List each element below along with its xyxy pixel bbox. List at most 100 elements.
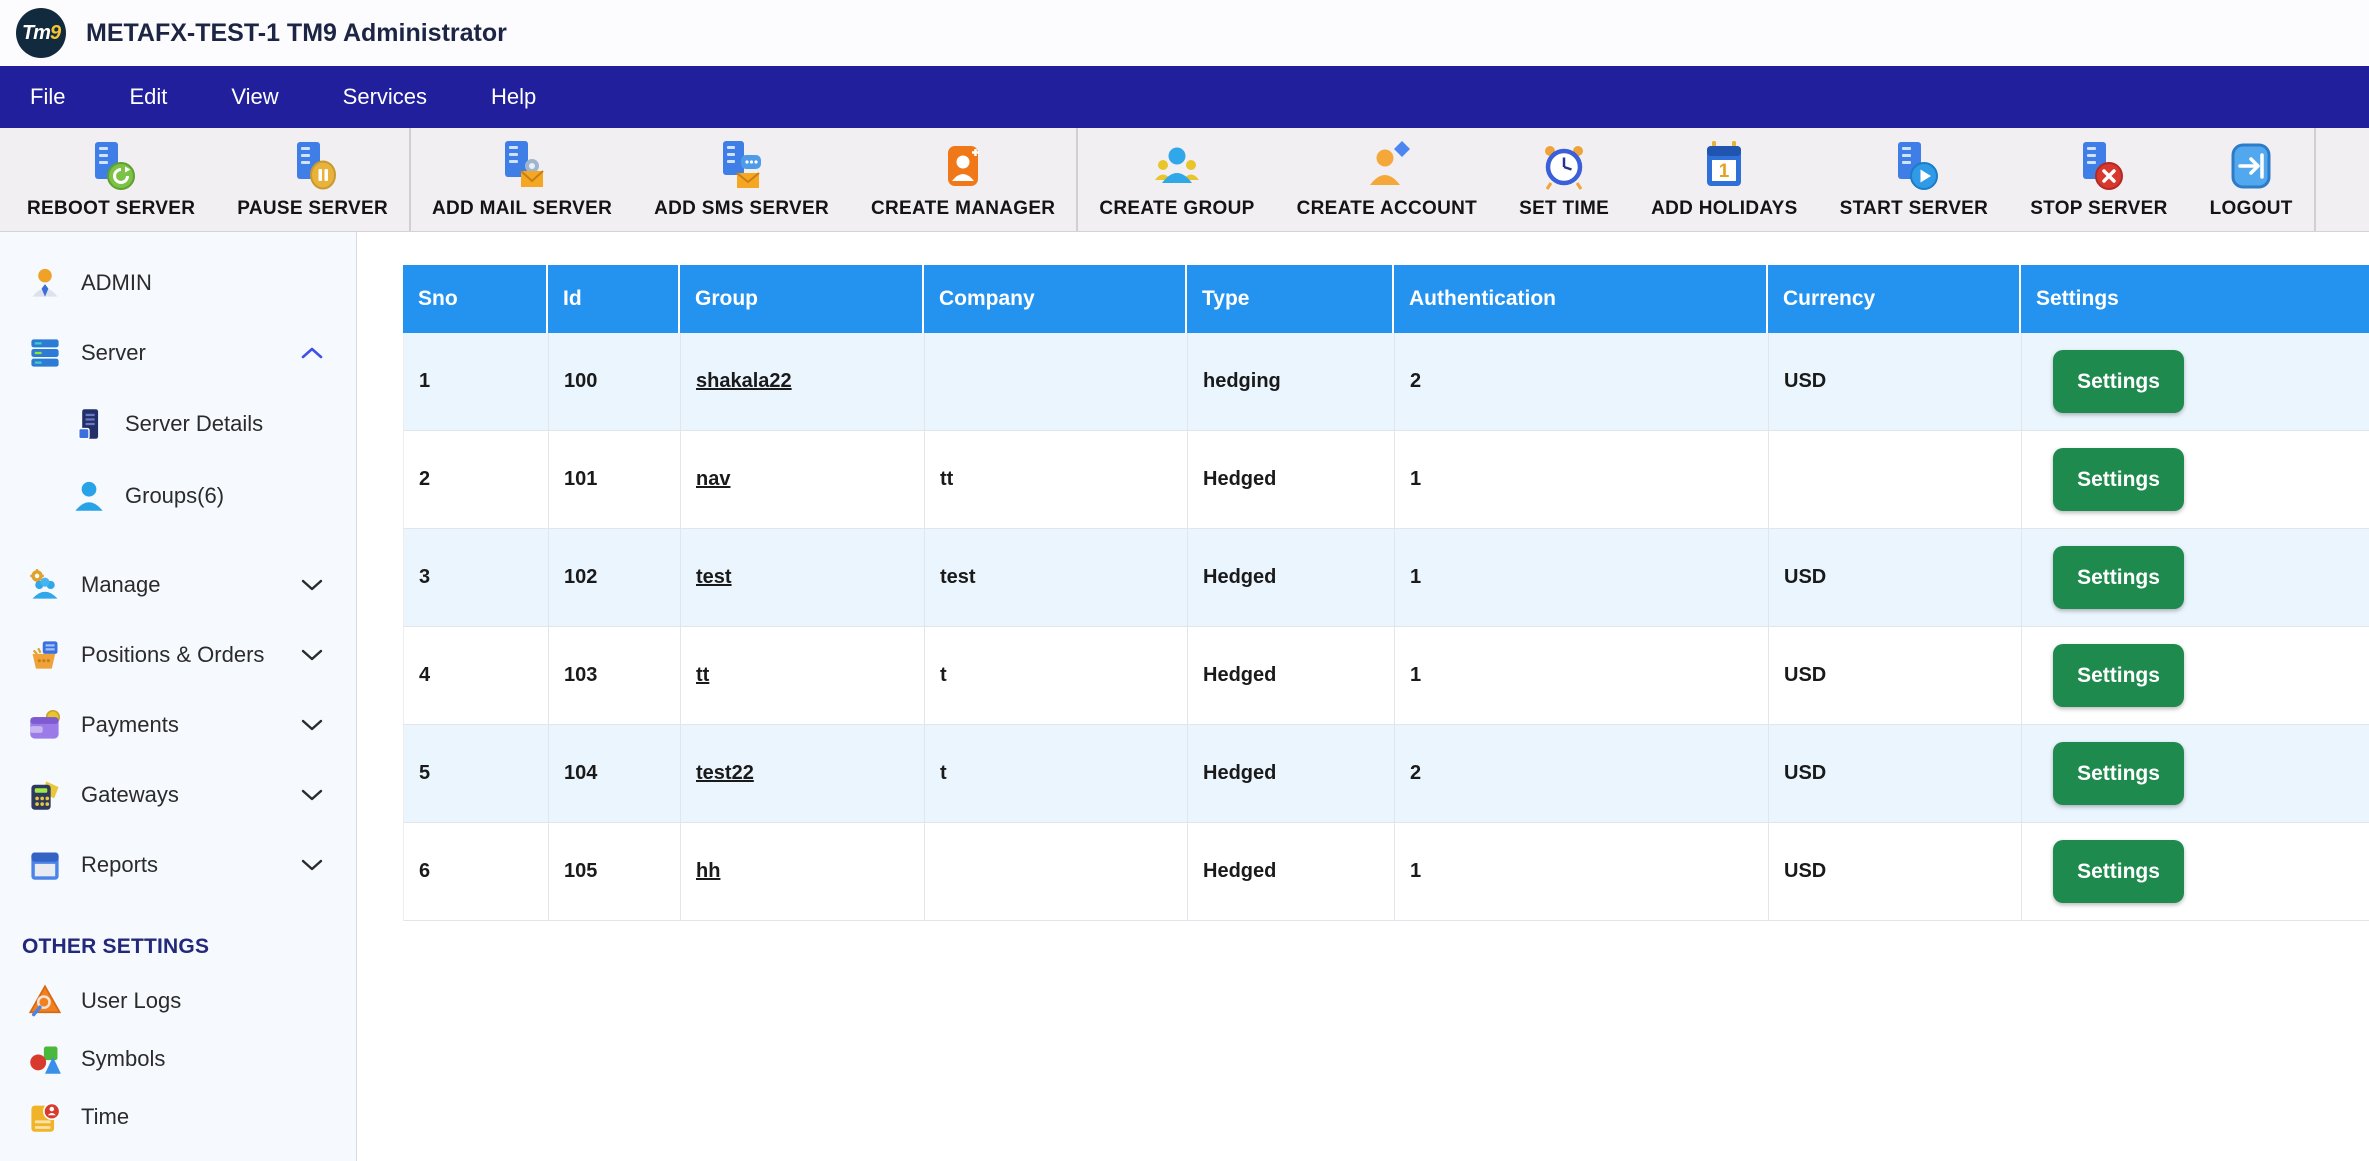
sidebar-item-label: Gateways bbox=[81, 782, 179, 807]
cell-settings: Settings bbox=[2022, 725, 2369, 822]
toolbar-button-create-manager[interactable]: CREATE MANAGER bbox=[850, 128, 1076, 231]
create-group-icon bbox=[1150, 139, 1204, 193]
toolbar-button-create-account[interactable]: CREATE ACCOUNT bbox=[1276, 128, 1498, 231]
page-title: METAFX-TEST-1 TM9 Administrator bbox=[86, 18, 507, 47]
toolbar-button-start-server[interactable]: START SERVER bbox=[1819, 128, 2010, 231]
toolbar-label: ADD HOLIDAYS bbox=[1651, 198, 1798, 219]
time-icon bbox=[28, 1100, 62, 1134]
menu-view[interactable]: View bbox=[231, 84, 278, 110]
cell-settings: Settings bbox=[2022, 333, 2369, 430]
cell-settings: Settings bbox=[2022, 431, 2369, 528]
toolbar-label: ADD MAIL SERVER bbox=[431, 198, 613, 219]
cell-type: Hedged bbox=[1188, 431, 1395, 528]
table-row: 5 104 test22 t Hedged 2 USD Settings bbox=[403, 725, 2369, 823]
sidebar-item-user-logs[interactable]: User Logs bbox=[0, 972, 356, 1030]
sidebar-item-gateways[interactable]: Gateways bbox=[0, 760, 356, 830]
column-header-group: Group bbox=[680, 265, 924, 333]
title-bar: Tm 9 METAFX-TEST-1 TM9 Administrator bbox=[0, 0, 2369, 66]
group-link[interactable]: tt bbox=[696, 664, 709, 687]
toolbar-button-create-group[interactable]: CREATE GROUP bbox=[1078, 128, 1275, 231]
toolbar-button-set-time[interactable]: SET TIME bbox=[1498, 128, 1630, 231]
stop-server-icon bbox=[2072, 139, 2126, 193]
settings-button[interactable]: Settings bbox=[2053, 350, 2184, 413]
menu-bar: File Edit View Services Help bbox=[0, 66, 2369, 128]
logo-tm-text: Tm bbox=[21, 21, 51, 44]
toolbar-label: CREATE MANAGER bbox=[870, 198, 1056, 219]
add-sms-server-icon bbox=[715, 139, 769, 193]
group-link[interactable]: hh bbox=[696, 860, 720, 883]
group-link[interactable]: test bbox=[696, 566, 732, 589]
sidebar-item-admin[interactable]: ADMIN bbox=[0, 248, 356, 318]
table-row: 6 105 hh Hedged 1 USD Settings bbox=[403, 823, 2369, 921]
pause-server-icon bbox=[286, 139, 340, 193]
menu-file[interactable]: File bbox=[30, 84, 65, 110]
cell-type: Hedged bbox=[1188, 823, 1395, 920]
group-link[interactable]: nav bbox=[696, 468, 730, 491]
sidebar-item-time[interactable]: Time bbox=[0, 1088, 356, 1146]
settings-button[interactable]: Settings bbox=[2053, 742, 2184, 805]
sidebar-item-groups[interactable]: Groups(6) bbox=[0, 460, 356, 532]
toolbar-label: REBOOT SERVER bbox=[27, 198, 196, 219]
toolbar-button-logout[interactable]: LOGOUT bbox=[2189, 128, 2314, 231]
settings-button[interactable]: Settings bbox=[2053, 448, 2184, 511]
reports-icon bbox=[28, 848, 62, 882]
toolbar-button-add-sms-server[interactable]: ADD SMS SERVER bbox=[633, 128, 850, 231]
sidebar-item-label: Manage bbox=[81, 572, 161, 597]
sidebar-item-manage[interactable]: Manage bbox=[0, 550, 356, 620]
sidebar-item-server-details[interactable]: Server Details bbox=[0, 388, 356, 460]
menu-help[interactable]: Help bbox=[491, 84, 536, 110]
cell-group: shakala22 bbox=[681, 333, 925, 430]
user-logs-icon bbox=[28, 984, 62, 1018]
settings-button[interactable]: Settings bbox=[2053, 840, 2184, 903]
column-header-sno: Sno bbox=[403, 265, 548, 333]
admin-icon bbox=[28, 266, 62, 300]
sidebar-item-label: Groups(6) bbox=[125, 483, 225, 508]
cell-authentication: 1 bbox=[1395, 431, 1769, 528]
chevron-down-icon bbox=[300, 717, 324, 733]
toolbar-button-stop-server[interactable]: STOP SERVER bbox=[2009, 128, 2188, 231]
settings-button[interactable]: Settings bbox=[2053, 546, 2184, 609]
logo-9-text: 9 bbox=[49, 21, 61, 44]
menu-edit[interactable]: Edit bbox=[129, 84, 167, 110]
cell-id: 104 bbox=[549, 725, 681, 822]
cell-sno: 3 bbox=[404, 529, 549, 626]
cell-type: Hedged bbox=[1188, 627, 1395, 724]
set-time-icon bbox=[1537, 139, 1591, 193]
group-link[interactable]: shakala22 bbox=[696, 370, 792, 393]
cell-sno: 5 bbox=[404, 725, 549, 822]
sidebar-item-reports[interactable]: Reports bbox=[0, 830, 356, 900]
toolbar-button-add-mail-server[interactable]: ADD MAIL SERVER bbox=[411, 128, 633, 231]
sidebar-item-label: Payments bbox=[81, 712, 179, 737]
sidebar-item-label: ADMIN bbox=[81, 270, 152, 295]
toolbar-button-pause-server[interactable]: PAUSE SERVER bbox=[216, 128, 409, 231]
payments-icon bbox=[28, 708, 62, 742]
cell-currency: USD bbox=[1769, 333, 2022, 430]
cell-type: hedging bbox=[1188, 333, 1395, 430]
settings-button[interactable]: Settings bbox=[2053, 644, 2184, 707]
table-row: 4 103 tt t Hedged 1 USD Settings bbox=[403, 627, 2369, 725]
toolbar: REBOOT SERVER PAUSE SERVER ADD MAIL SERV… bbox=[0, 128, 2369, 232]
cell-group: tt bbox=[681, 627, 925, 724]
column-header-company: Company bbox=[924, 265, 1187, 333]
start-server-icon bbox=[1887, 139, 1941, 193]
cell-group: test bbox=[681, 529, 925, 626]
add-mail-server-icon bbox=[495, 139, 549, 193]
toolbar-button-add-holidays[interactable]: 1 ADD HOLIDAYS bbox=[1630, 128, 1818, 231]
toolbar-button-reboot-server[interactable]: REBOOT SERVER bbox=[6, 128, 216, 231]
cell-company bbox=[925, 333, 1188, 430]
sidebar-item-positions-orders[interactable]: Positions & Orders bbox=[0, 620, 356, 690]
toolbar-label: SET TIME bbox=[1519, 198, 1610, 219]
cell-authentication: 1 bbox=[1395, 823, 1769, 920]
menu-services[interactable]: Services bbox=[343, 84, 427, 110]
manage-icon bbox=[28, 568, 62, 602]
cell-sno: 2 bbox=[404, 431, 549, 528]
sidebar-item-symbols[interactable]: Symbols bbox=[0, 1030, 356, 1088]
cell-authentication: 2 bbox=[1395, 725, 1769, 822]
sidebar-item-server[interactable]: Server bbox=[0, 318, 356, 388]
add-holidays-icon: 1 bbox=[1697, 139, 1751, 193]
gateways-icon bbox=[28, 778, 62, 812]
chevron-down-icon bbox=[300, 647, 324, 663]
group-link[interactable]: test22 bbox=[696, 762, 754, 785]
sidebar-item-label: User Logs bbox=[81, 988, 182, 1013]
sidebar-item-payments[interactable]: Payments bbox=[0, 690, 356, 760]
